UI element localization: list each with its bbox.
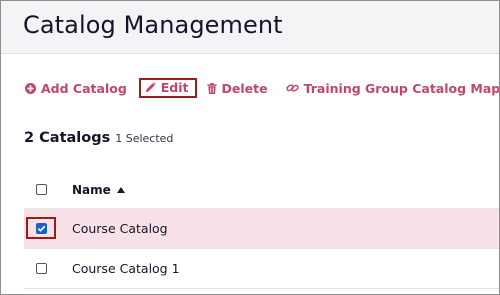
catalog-count-total: 2 Catalogs [24,130,111,146]
delete-label: Delete [221,80,268,96]
catalog-table: Name Course Catalog Course Catalog 1 [24,171,499,289]
catalog-count: 2 Catalogs 1 Selected [24,130,173,146]
sort-ascending-icon [116,186,125,193]
catalog-name: Course Catalog [72,221,168,236]
checkbox-highlight-frame [26,217,56,239]
edit-label: Edit [160,80,189,95]
toolbar: Add Catalog Edit Delete Training Group C… [25,77,500,99]
select-all-checkbox[interactable] [36,184,47,195]
app-frame: Catalog Management Add Catalog Edit Dele… [0,0,500,295]
selected-count: 1 Selected [115,132,174,145]
training-group-mapping-label: Training Group Catalog Mapping [303,80,500,96]
trash-icon [206,82,217,94]
row-select-cell [24,249,72,288]
column-header-name-label: Name [72,182,111,197]
add-catalog-button[interactable]: Add Catalog [25,81,127,96]
training-group-mapping-button[interactable]: Training Group Catalog Mapping [285,80,500,96]
plus-circle-icon [25,82,36,94]
row-checkbox[interactable] [36,263,47,274]
table-header-row: Name [24,171,499,209]
add-catalog-label: Add Catalog [41,80,127,96]
table-row[interactable]: Course Catalog 1 [24,249,499,289]
table-row[interactable]: Course Catalog [24,209,499,249]
edit-button[interactable]: Edit [138,77,197,98]
delete-button[interactable]: Delete [206,80,268,96]
select-all-cell [24,171,72,208]
pencil-icon [145,82,156,93]
page-header: Catalog Management [1,1,499,54]
column-header-name[interactable]: Name [72,183,125,197]
link-icon [285,84,299,92]
catalog-name: Course Catalog 1 [72,261,180,276]
page-title: Catalog Management [23,11,283,39]
